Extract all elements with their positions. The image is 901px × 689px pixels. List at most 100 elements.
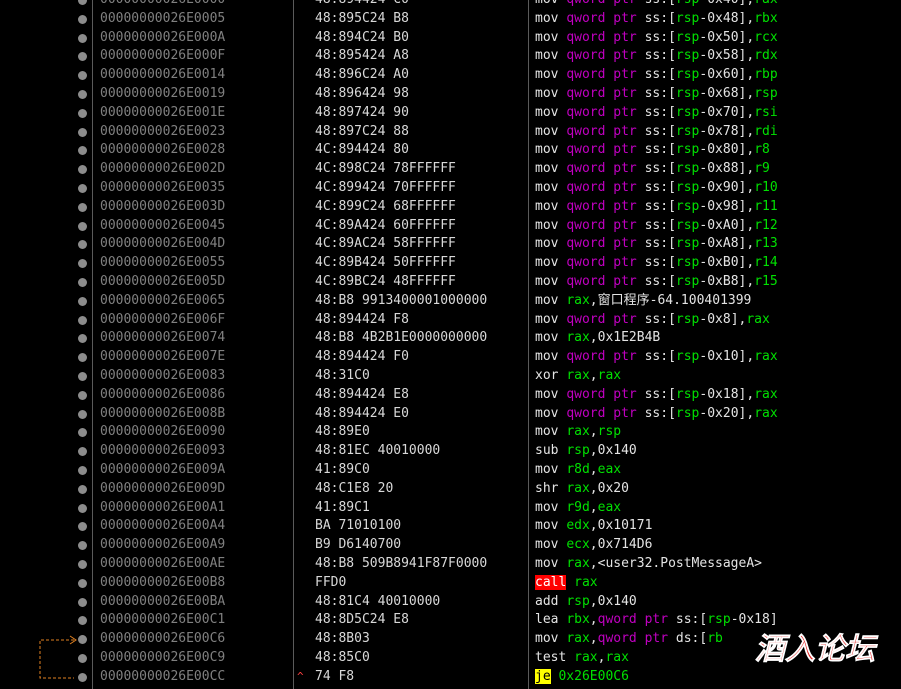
instruction-token-reg: rsp <box>675 161 700 177</box>
instruction-row[interactable]: 00000000026E0086 48:894424 E8 mov qword pt… <box>0 386 901 405</box>
bytes-cell: 48:8B03 <box>315 631 370 647</box>
instruction-token-mn: mov <box>535 292 567 308</box>
instruction-token-reg: rsp <box>675 198 700 214</box>
instruction-token-txt: -0x18], <box>699 386 755 402</box>
instruction-row[interactable]: 00000000026E005D 4C:89BC24 48FFFFFF mov qw… <box>0 273 901 292</box>
instruction-token-mn: mov <box>535 424 567 440</box>
instruction-row[interactable]: 00000000026E009A 41:89C0 mov r8d,eax <box>0 461 901 480</box>
instruction-cell: mov r8d,eax <box>535 461 621 480</box>
instruction-row[interactable]: 00000000026E004D 4C:89AC24 58FFFFFF mov qw… <box>0 235 901 254</box>
instruction-token-kw: qword ptr <box>566 273 645 289</box>
instruction-token-txt: ,0x20 <box>589 480 629 496</box>
instruction-row[interactable]: 00000000026E0005 48:895C24 B8 mov qword pt… <box>0 10 901 29</box>
instruction-row[interactable]: 00000000026E00CC ^ 74 F8 je 0x26E00C6 <box>0 668 901 687</box>
instruction-row[interactable]: 00000000026E0000 48:894424 C0 mov qword pt… <box>0 0 901 10</box>
instruction-row[interactable]: 00000000026E002D 4C:898C24 78FFFFFF mov qw… <box>0 160 901 179</box>
instruction-cell: mov rax,<user32.PostMessageA> <box>535 555 762 574</box>
instruction-row[interactable]: 00000000026E00BA 48:81C4 40010000 add rsp,… <box>0 593 901 612</box>
instruction-row[interactable]: 00000000026E0083 48:31C0 xor rax,rax <box>0 367 901 386</box>
instruction-row[interactable]: 00000000026E0045 4C:89A424 60FFFFFF mov qw… <box>0 217 901 236</box>
instruction-token-kw: qword ptr <box>566 85 645 101</box>
instruction-token-txt: ,0x140 <box>589 443 637 459</box>
instruction-row[interactable]: 00000000026E0090 48:89E0 mov rax,rsp <box>0 423 901 442</box>
instruction-cell: mov qword ptr ss:[rsp-0x88],r9 <box>535 160 770 179</box>
bytes-cell: 48:B8 4B2B1E0000000000 <box>315 330 488 346</box>
instruction-row[interactable]: 00000000026E0055 4C:89B424 50FFFFFF mov qw… <box>0 254 901 273</box>
instruction-row[interactable]: 00000000026E00A1 41:89C1 mov r9d,eax <box>0 499 901 518</box>
disassembly-view[interactable]: 00000000026E0000 48:894424 C0 mov qword pt… <box>0 0 901 689</box>
instruction-row[interactable]: 00000000026E0065 48:B8 9913400001000000 mo… <box>0 292 901 311</box>
instruction-token-txt: ss:[ <box>644 236 676 252</box>
instruction-token-txt: ss:[ <box>644 311 676 327</box>
instruction-token-reg: eax <box>597 499 622 515</box>
instruction-row[interactable]: 00000000026E000F 48:895424 A8 mov qword pt… <box>0 47 901 66</box>
address-cell: 00000000026E0090 <box>100 424 226 440</box>
instruction-token-reg: eax <box>597 461 622 477</box>
instruction-token-kw: qword ptr <box>566 405 645 421</box>
instruction-row[interactable]: 00000000026E0014 48:896C24 A0 mov qword pt… <box>0 66 901 85</box>
bytes-cell: B9 D6140700 <box>315 537 402 553</box>
instruction-token-mn: mov <box>535 236 567 252</box>
instruction-token-reg: rax <box>754 349 778 365</box>
instruction-token-txt: -0xB8], <box>699 273 755 289</box>
instruction-token-txt: -0x10], <box>699 349 755 365</box>
instruction-token-txt: -0x48], <box>699 10 755 26</box>
instruction-token-mn: mov <box>535 499 567 515</box>
instruction-cell: mov qword ptr ss:[rsp-0x90],r10 <box>535 179 778 198</box>
instruction-token-txt: ss:[ <box>644 48 676 64</box>
instruction-token-reg: rsp <box>754 85 778 101</box>
instruction-token-txt: -0xA8], <box>699 236 755 252</box>
instruction-cell: call rax <box>535 574 598 593</box>
instruction-token-mn: mov <box>535 10 567 26</box>
instruction-token-reg: rax <box>566 292 590 308</box>
instruction-row[interactable]: 00000000026E00A9 B9 D6140700 mov ecx,0x714… <box>0 536 901 555</box>
instruction-token-kw: qword ptr <box>566 311 645 327</box>
instruction-row[interactable]: 00000000026E00B8 FFD0 call rax <box>0 574 901 593</box>
bytes-cell: 48:8D5C24 E8 <box>315 612 409 628</box>
instruction-row[interactable]: 00000000026E0023 48:897C24 88 mov qword pt… <box>0 123 901 142</box>
instruction-row[interactable]: 00000000026E009D 48:C1E8 20 shr rax,0x20 <box>0 480 901 499</box>
instruction-cell: mov rax,rsp <box>535 423 621 442</box>
instruction-token-mn: mov <box>535 273 567 289</box>
instruction-token-mn: mov <box>535 48 567 64</box>
instruction-row[interactable]: 00000000026E0035 4C:899424 70FFFFFF mov qw… <box>0 179 901 198</box>
instruction-row[interactable]: 00000000026E001E 48:897424 90 mov qword pt… <box>0 104 901 123</box>
instruction-row[interactable]: 00000000026E00A4 BA 71010100 mov edx,0x101… <box>0 517 901 536</box>
instruction-token-kw: qword ptr <box>566 217 645 233</box>
instruction-token-reg: rax <box>566 367 590 383</box>
bytes-cell: 48:C1E8 20 <box>315 480 394 496</box>
instruction-row[interactable]: 00000000026E003D 4C:899C24 68FFFFFF mov qw… <box>0 198 901 217</box>
instruction-cell: mov qword ptr ss:[rsp-0xA8],r13 <box>535 235 778 254</box>
instruction-token-mn: mov <box>535 217 567 233</box>
instruction-token-txt: ss:[ <box>644 349 676 365</box>
bytes-cell: 48:B8 9913400001000000 <box>315 292 488 308</box>
instruction-row[interactable]: 00000000026E0028 4C:894424 80 mov qword pt… <box>0 141 901 160</box>
instruction-token-txt: ,<user32.PostMessageA> <box>589 555 762 571</box>
instruction-token-reg: r12 <box>754 217 778 233</box>
bytes-cell: 41:89C0 <box>315 461 370 477</box>
instruction-token-mn: mov <box>535 161 567 177</box>
instruction-token-reg: r13 <box>754 236 778 252</box>
instruction-token-mn: mov <box>535 104 567 120</box>
instruction-token-reg: rbx <box>754 10 778 26</box>
bytes-cell: 48:894424 F0 <box>315 349 409 365</box>
instruction-row[interactable]: 00000000026E0074 48:B8 4B2B1E0000000000 mo… <box>0 329 901 348</box>
instruction-token-reg: r15 <box>754 273 778 289</box>
bytes-cell: 4C:89BC24 48FFFFFF <box>315 273 456 289</box>
bytes-cell: 74 F8 <box>315 668 355 684</box>
instruction-token-reg: rb <box>707 631 723 647</box>
instruction-row[interactable]: 00000000026E006F 48:894424 F8 mov qword pt… <box>0 311 901 330</box>
instruction-row[interactable]: 00000000026E008B 48:894424 E0 mov qword pt… <box>0 405 901 424</box>
instruction-row[interactable]: 00000000026E007E 48:894424 F0 mov qword pt… <box>0 348 901 367</box>
instruction-row[interactable]: 00000000026E0019 48:896424 98 mov qword pt… <box>0 85 901 104</box>
instruction-cell: mov qword ptr ss:[rsp-0x58],rdx <box>535 47 778 66</box>
instruction-token-txt: ss:[ <box>644 161 676 177</box>
address-cell: 00000000026E0074 <box>100 330 226 346</box>
instruction-cell: add rsp,0x140 <box>535 593 637 612</box>
instruction-row[interactable]: 00000000026E0093 48:81EC 40010000 sub rsp,… <box>0 442 901 461</box>
address-cell: 00000000026E00A1 <box>100 499 226 515</box>
instruction-token-txt: ss:[ <box>644 10 676 26</box>
instruction-row[interactable]: 00000000026E000A 48:894C24 B0 mov qword pt… <box>0 29 901 48</box>
instruction-row[interactable]: 00000000026E00AE 48:B8 509B8941F87F0000 mo… <box>0 555 901 574</box>
instruction-token-txt: ss:[ <box>645 0 676 7</box>
